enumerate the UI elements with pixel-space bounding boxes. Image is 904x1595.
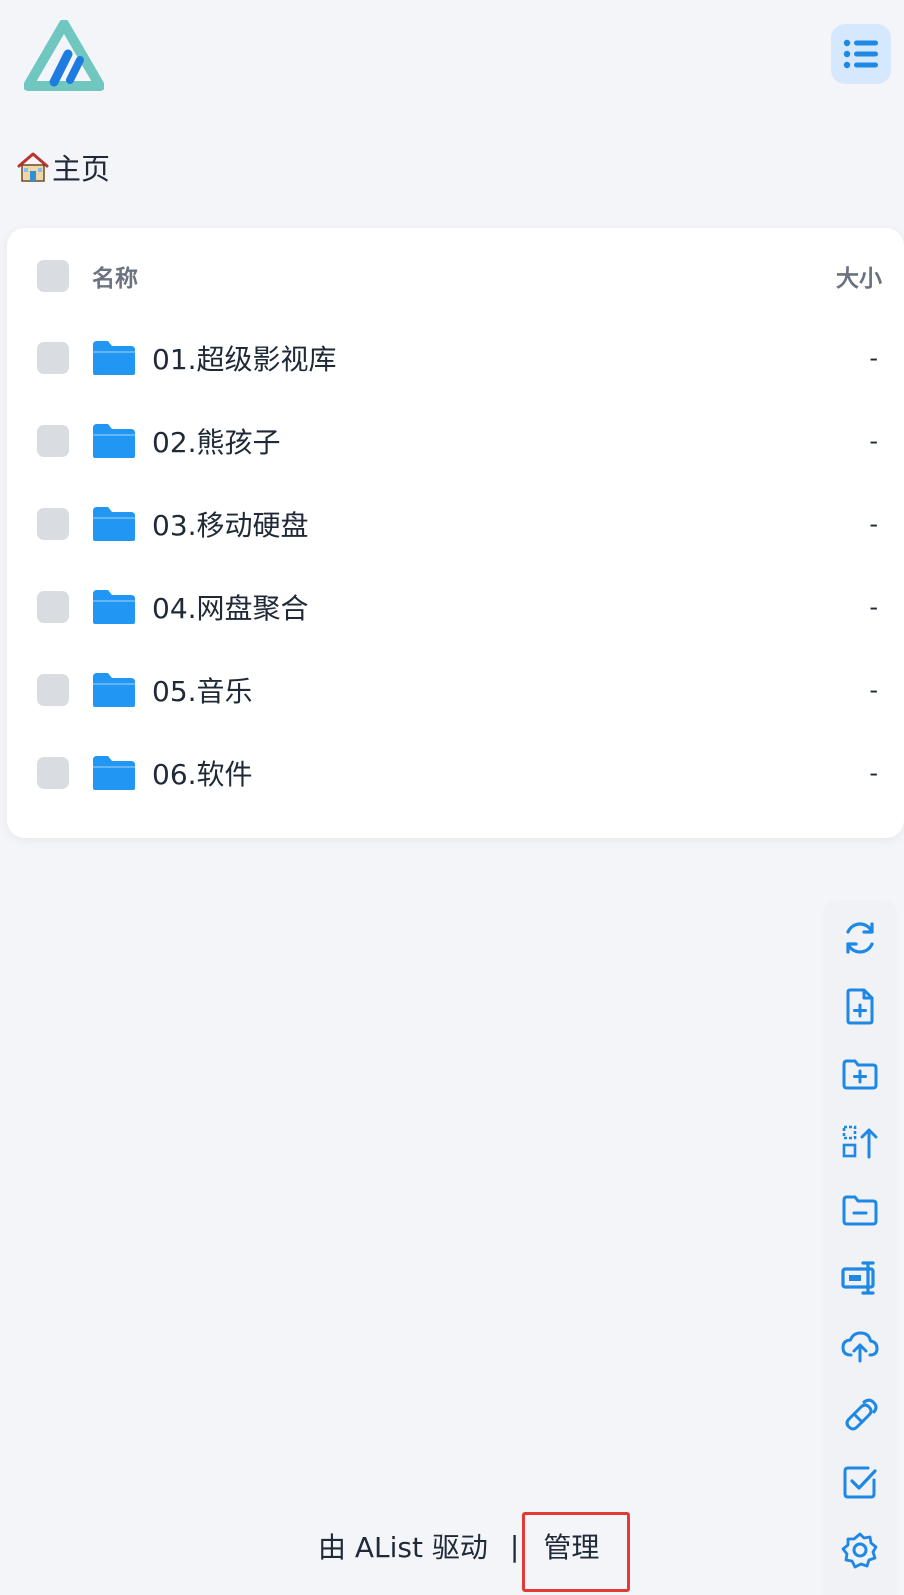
folder-icon: [93, 673, 135, 707]
file-name[interactable]: 04.网盘聚合: [152, 587, 309, 627]
row-checkbox[interactable]: [37, 508, 69, 540]
column-size[interactable]: 大小: [836, 259, 882, 293]
list-menu-icon: [843, 39, 878, 69]
house-icon: [17, 152, 49, 182]
row-checkbox[interactable]: [37, 591, 69, 623]
folder-icon: [93, 756, 135, 790]
folder-icon: [93, 507, 135, 541]
refresh-icon[interactable]: [840, 918, 880, 958]
file-size: -: [869, 510, 878, 538]
file-list-header: 名称 大小: [7, 246, 904, 306]
row-checkbox[interactable]: [37, 757, 69, 789]
file-name[interactable]: 02.熊孩子: [152, 421, 281, 461]
row-checkbox[interactable]: [37, 425, 69, 457]
footer: 由 AList 驱动 | 管理: [318, 1523, 605, 1569]
breadcrumb[interactable]: 主页: [16, 145, 110, 189]
row-checkbox[interactable]: [37, 674, 69, 706]
file-row[interactable]: 06.软件 -: [7, 743, 904, 803]
file-size: -: [869, 759, 878, 787]
file-row[interactable]: 05.音乐 -: [7, 660, 904, 720]
footer-separator: |: [509, 1529, 520, 1563]
file-size: -: [869, 593, 878, 621]
file-size: -: [869, 344, 878, 372]
column-name[interactable]: 名称: [92, 259, 138, 293]
file-row[interactable]: 01.超级影视库 -: [7, 328, 904, 388]
file-size: -: [869, 427, 878, 455]
upload-cloud-icon[interactable]: [840, 1326, 880, 1366]
alist-logo-icon: [23, 19, 105, 91]
file-list: 名称 大小 01.超级影视库 - 02.熊孩子 - 03.移动硬盘 - 04.网…: [7, 228, 904, 838]
file-name[interactable]: 03.移动硬盘: [152, 504, 309, 544]
manage-link[interactable]: 管理: [537, 1526, 605, 1566]
folder-icon: [93, 424, 135, 458]
folder-icon: [93, 341, 135, 375]
menu-button[interactable]: [831, 24, 891, 84]
file-name[interactable]: 06.软件: [152, 753, 253, 793]
file-name[interactable]: 01.超级影视库: [152, 338, 337, 378]
action-toolbar: [823, 900, 897, 1595]
settings-icon[interactable]: [840, 1530, 880, 1570]
file-name[interactable]: 05.音乐: [152, 670, 253, 710]
offline-download-icon[interactable]: [840, 1394, 880, 1434]
file-row[interactable]: 04.网盘聚合 -: [7, 577, 904, 637]
select-check-icon[interactable]: [840, 1462, 880, 1502]
alist-logo[interactable]: [23, 19, 105, 92]
new-folder-icon[interactable]: [840, 1054, 880, 1094]
row-checkbox[interactable]: [37, 342, 69, 374]
powered-by-link[interactable]: 由 AList 驱动: [318, 1526, 488, 1566]
folder-icon: [93, 590, 135, 624]
file-row[interactable]: 03.移动硬盘 -: [7, 494, 904, 554]
select-all-checkbox[interactable]: [37, 260, 69, 292]
file-row[interactable]: 02.熊孩子 -: [7, 411, 904, 471]
rename-icon[interactable]: [840, 1258, 880, 1298]
new-file-icon[interactable]: [840, 986, 880, 1026]
breadcrumb-home[interactable]: 主页: [52, 146, 110, 188]
batch-upload-icon[interactable]: [840, 1122, 880, 1162]
file-size: -: [869, 676, 878, 704]
remove-folder-icon[interactable]: [840, 1190, 880, 1230]
